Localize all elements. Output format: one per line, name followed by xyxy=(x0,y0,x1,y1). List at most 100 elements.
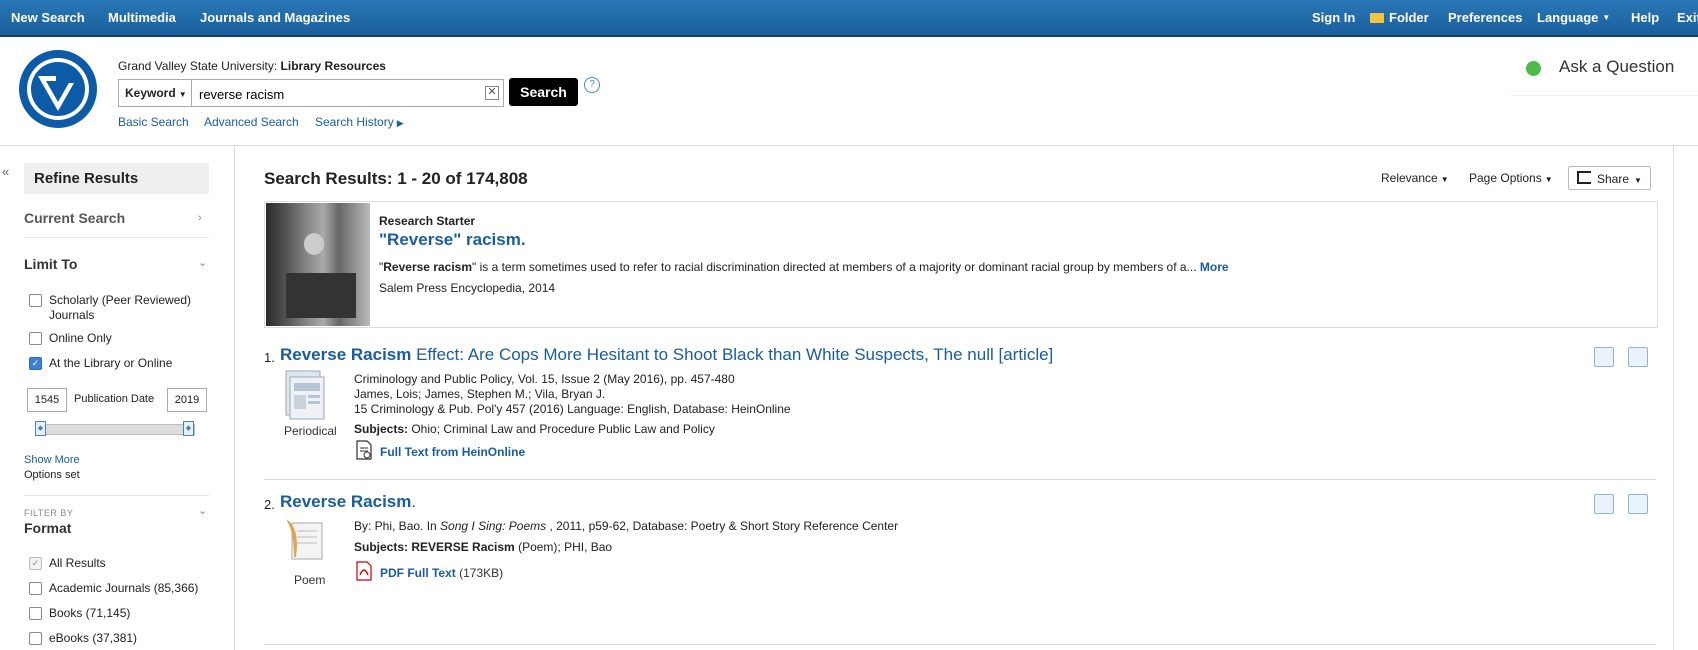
ask-question-widget[interactable]: Ask a Question xyxy=(1511,49,1698,96)
result-title-rest: . xyxy=(411,492,417,511)
language-menu[interactable]: Language ▼ xyxy=(1537,10,1610,25)
limit-to-toggle[interactable]: Limit To xyxy=(24,256,77,272)
exit-link[interactable]: Exit xyxy=(1677,10,1698,25)
preview-magnifier-icon[interactable] xyxy=(1594,494,1614,514)
pub-date-from-input[interactable]: 1545 xyxy=(27,388,67,412)
add-to-folder-icon[interactable] xyxy=(1628,494,1648,514)
refine-sidebar: « Refine Results Current Search › Limit … xyxy=(0,146,235,650)
all-results-label: All Results xyxy=(49,556,106,570)
online-only-label: Online Only xyxy=(49,331,112,345)
library-or-online-checkbox[interactable]: ✓ xyxy=(29,357,42,370)
slider-handle-max[interactable]: ◆ xyxy=(183,421,194,436)
current-search-toggle[interactable]: Current Search xyxy=(24,210,125,226)
sort-menu[interactable]: Relevance ▼ xyxy=(1381,171,1449,185)
research-starter-source: Salem Press Encyclopedia, 2014 xyxy=(379,281,556,295)
online-status-icon xyxy=(1526,61,1541,76)
result-title-bold: Reverse Racism xyxy=(280,492,412,511)
scholarly-checkbox[interactable] xyxy=(29,294,42,307)
basic-search-link[interactable]: Basic Search xyxy=(118,115,189,129)
right-divider xyxy=(1673,146,1674,650)
collapse-sidebar-icon[interactable]: « xyxy=(2,164,9,179)
result-number: 2. xyxy=(264,497,275,512)
pub-date-slider[interactable] xyxy=(38,424,195,435)
help-icon[interactable]: ? xyxy=(584,77,600,93)
folder-label: Folder xyxy=(1389,10,1429,25)
sign-in-link[interactable]: Sign In xyxy=(1312,10,1355,25)
result-number: 1. xyxy=(264,350,275,365)
subjects-values: (Poem); PHI, Bao xyxy=(514,540,613,554)
caret-right-icon: ▶ xyxy=(396,118,404,128)
result-title-rest: Effect: Are Cops More Hesitant to Shoot … xyxy=(411,345,1054,364)
slider-handle-min[interactable]: ◆ xyxy=(35,421,46,436)
research-starter-title[interactable]: "Reverse" racism. xyxy=(379,230,526,250)
subjects-bold: REVERSE Racism xyxy=(408,540,515,554)
books-checkbox[interactable] xyxy=(29,607,42,620)
ebooks-label: eBooks (37,381) xyxy=(49,631,138,645)
result-title[interactable]: Reverse Racism. xyxy=(280,492,416,512)
search-input[interactable] xyxy=(197,80,481,108)
caret-down-icon: ▼ xyxy=(178,90,187,99)
pdf-full-text-link[interactable]: PDF Full Text (173KB) xyxy=(380,566,503,580)
pub-date-to-input[interactable]: 2019 xyxy=(167,388,207,412)
result-title[interactable]: Reverse Racism Effect: Are Cops More Hes… xyxy=(280,345,1053,365)
new-search-link[interactable]: New Search xyxy=(11,10,85,25)
result-source: Criminology and Public Policy, Vol. 15, … xyxy=(354,372,735,386)
library-resources-label: Library Resources xyxy=(280,59,386,73)
show-more-link[interactable]: Show More xyxy=(24,454,80,466)
full-text-icon xyxy=(356,440,372,460)
folder-icon xyxy=(1370,13,1384,23)
advanced-search-link[interactable]: Advanced Search xyxy=(204,115,299,129)
folder-link[interactable]: Folder xyxy=(1370,10,1429,25)
search-history-label: Search History xyxy=(315,115,394,129)
share-label: Share xyxy=(1597,172,1630,186)
page-options-label: Page Options xyxy=(1469,171,1542,185)
field-select-label: Keyword xyxy=(125,86,176,100)
clear-search-icon[interactable]: ✕ xyxy=(485,86,499,100)
photo-desk xyxy=(286,273,356,318)
search-button[interactable]: Search xyxy=(509,78,578,106)
ask-question-label: Ask a Question xyxy=(1559,57,1675,76)
preferences-link[interactable]: Preferences xyxy=(1448,10,1522,25)
academic-journals-label: Academic Journals (85,366) xyxy=(49,581,199,595)
preview-magnifier-icon[interactable] xyxy=(1594,347,1614,367)
pdf-full-text-label: PDF Full Text xyxy=(380,566,456,580)
format-heading[interactable]: Format xyxy=(24,520,71,536)
chevron-down-icon: ⌄ xyxy=(198,257,208,269)
pdf-size: (173KB) xyxy=(459,566,504,580)
search-history-link[interactable]: Search History ▶ xyxy=(315,115,404,129)
books-label: Books (71,145) xyxy=(49,606,131,620)
gvsu-logo xyxy=(19,50,97,128)
all-results-checkbox[interactable]: ✓ xyxy=(29,557,42,570)
caret-down-icon: ▼ xyxy=(1440,175,1449,184)
multimedia-link[interactable]: Multimedia xyxy=(108,10,176,25)
subjects-label: Subjects: xyxy=(354,422,409,436)
library-or-online-label: At the Library or Online xyxy=(49,356,173,370)
chevron-right-icon: › xyxy=(198,212,202,224)
source-rest: , 2011, p59-62, Database: Poetry & Short… xyxy=(546,519,899,533)
full-text-heinonline-link[interactable]: Full Text from HeinOnline xyxy=(380,445,525,459)
institution-name: Grand Valley State University: Library R… xyxy=(118,59,386,73)
more-link[interactable]: More xyxy=(1200,260,1229,274)
scholarly-label-line1: Scholarly (Peer Reviewed) xyxy=(49,293,192,307)
page-options-menu[interactable]: Page Options ▼ xyxy=(1469,171,1553,185)
share-icon xyxy=(1577,171,1591,184)
subjects-values: Ohio; Criminal Law and Procedure Public … xyxy=(408,422,715,436)
poem-icon xyxy=(286,519,323,560)
journals-link[interactable]: Journals and Magazines xyxy=(200,10,350,25)
research-starter-label: Research Starter xyxy=(379,214,476,228)
caret-down-icon: ▼ xyxy=(1634,176,1642,185)
caret-down-icon: ▼ xyxy=(1602,13,1611,22)
results-count-heading: Search Results: 1 - 20 of 174,808 xyxy=(264,169,528,188)
share-button[interactable]: Share ▼ xyxy=(1568,166,1651,190)
format-type-label: Periodical xyxy=(284,424,337,438)
add-to-folder-icon[interactable] xyxy=(1628,347,1648,367)
help-link[interactable]: Help xyxy=(1631,10,1659,25)
research-starter-image[interactable] xyxy=(266,203,370,326)
result-authors: James, Lois; James, Stephen M.; Vila, Br… xyxy=(354,387,606,401)
online-only-checkbox[interactable] xyxy=(29,332,42,345)
academic-journals-checkbox[interactable] xyxy=(29,582,42,595)
ebooks-checkbox[interactable] xyxy=(29,632,42,645)
field-select[interactable]: Keyword ▼ xyxy=(119,80,192,106)
research-starter-description: "Reverse racism" is a term sometimes use… xyxy=(379,260,1229,274)
result-subjects: Subjects: Ohio; Criminal Law and Procedu… xyxy=(354,422,715,436)
